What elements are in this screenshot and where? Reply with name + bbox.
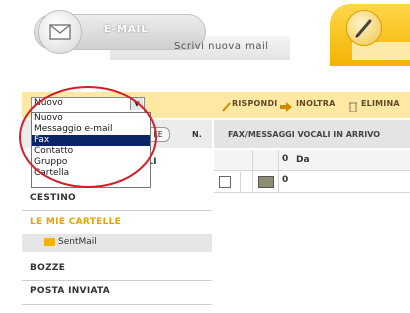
row-checkbox[interactable]: [219, 176, 231, 188]
column-from[interactable]: Da: [296, 155, 310, 165]
compose-label[interactable]: Scrivi nuova mail: [174, 41, 269, 52]
sidebar-item-label: SentMail: [58, 237, 97, 247]
folder-icon: [44, 238, 55, 246]
trash-icon: [348, 97, 358, 113]
forward-button[interactable]: INOLTRA: [296, 99, 335, 108]
paperclip-icon: 0: [282, 154, 289, 164]
message-row[interactable]: [214, 172, 410, 193]
envelope-icon: [38, 10, 82, 54]
attachment-icon: 0: [282, 175, 289, 185]
column-header-row: [214, 150, 410, 171]
sidebar-column-n: N.: [192, 130, 202, 139]
sidebar-item-label: BOZZE: [30, 263, 66, 273]
reply-button[interactable]: RISPONDI: [232, 99, 277, 108]
column-divider: [240, 172, 241, 192]
main-panel-title: FAX/MESSAGGI VOCALI IN ARRIVO: [228, 130, 381, 139]
column-divider: [252, 150, 253, 192]
sidebar-item-label: CESTINO: [30, 193, 77, 203]
pencil-icon: [346, 10, 382, 46]
delete-button[interactable]: ELIMINA: [361, 99, 400, 108]
sidebar-section-label: LE MIE CARTELLE: [30, 217, 122, 227]
fax-icon: [258, 176, 274, 188]
sidebar-item-label: POSTA INVIATA: [30, 286, 111, 296]
reply-pencil-icon: [221, 97, 231, 112]
annotation-circle: [19, 86, 157, 188]
column-divider: [278, 150, 279, 192]
forward-arrow-icon: [280, 97, 292, 112]
email-tab-label: E-MAIL: [104, 24, 149, 35]
